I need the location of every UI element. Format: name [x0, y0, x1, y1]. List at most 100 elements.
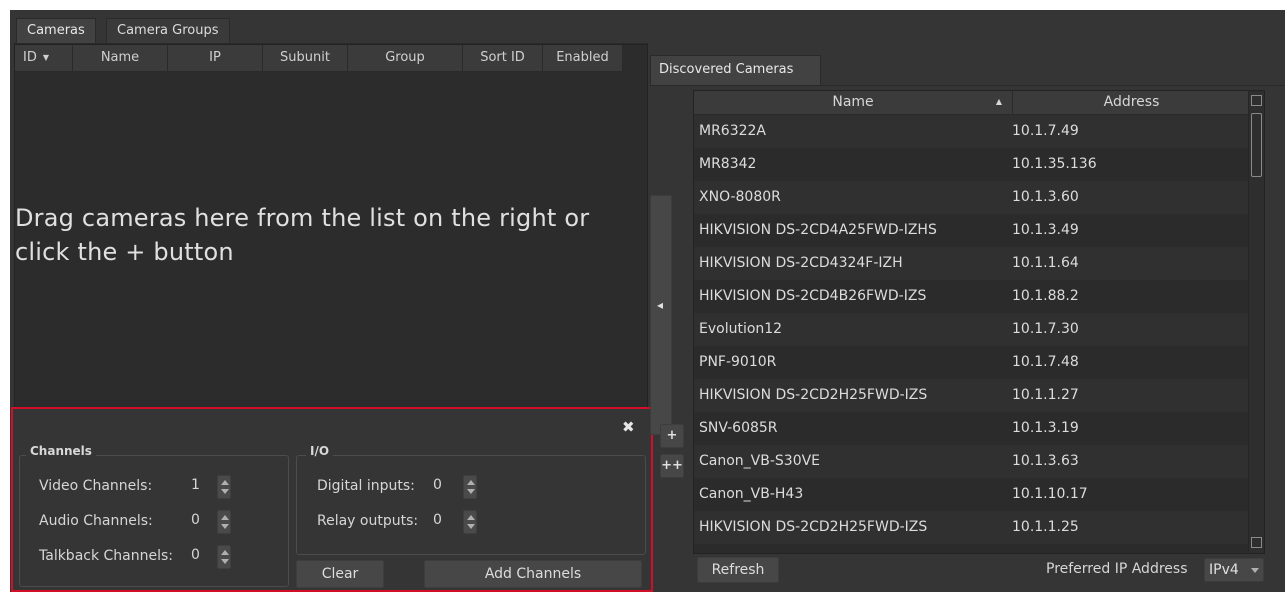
- camera-address-cell: 10.1.10.17: [1012, 486, 1088, 502]
- camera-address-cell: 10.1.7.49: [1012, 123, 1079, 139]
- camera-address-cell: 10.1.1.27: [1012, 387, 1079, 403]
- scrollbar-thumb[interactable]: [1251, 113, 1262, 177]
- camera-name-cell: MR6322A: [699, 123, 767, 139]
- camera-address-cell: 10.1.7.48: [1012, 354, 1079, 370]
- tab-camera-groups[interactable]: Camera Groups: [106, 18, 230, 44]
- spin-arrows-icon[interactable]: [463, 475, 477, 499]
- column-header-subunit[interactable]: Subunit: [263, 45, 348, 72]
- spin-arrows-icon[interactable]: [217, 545, 231, 569]
- table-row[interactable]: PNF-9010R 10.1.7.48: [694, 346, 1250, 379]
- camera-name-cell: PNF-9010R: [699, 354, 777, 370]
- add-all-cameras-button[interactable]: ++: [660, 454, 684, 478]
- camera-name-cell: Canon_VB-H43: [699, 486, 804, 502]
- digital-inputs-label: Digital inputs:: [317, 478, 415, 494]
- arrow-left-icon: ◂: [657, 298, 664, 312]
- sort-down-icon: ▼: [42, 53, 50, 62]
- chevron-down-icon: [1251, 568, 1259, 573]
- scroll-up-icon[interactable]: [1251, 95, 1262, 106]
- column-header-address[interactable]: Address: [1012, 91, 1250, 115]
- scroll-down-icon[interactable]: [1251, 537, 1262, 548]
- spin-arrows-icon[interactable]: [217, 475, 231, 499]
- camera-name-cell: HIKVISION DS-2CD4324F-IZH: [699, 255, 903, 271]
- cameras-table[interactable]: ID ▼ Name IP Subunit Group Sort ID Enable…: [14, 44, 648, 412]
- table-row[interactable]: Canon_VB-H43 10.1.10.17: [694, 478, 1250, 511]
- talkback-channels-value[interactable]: 0: [191, 547, 200, 563]
- table-row[interactable]: Evolution12 10.1.7.30: [694, 313, 1250, 346]
- relay-outputs-stepper[interactable]: 0: [431, 510, 477, 534]
- camera-name-cell: HIKVISION DS-2CD4B26FWD-IZS: [699, 288, 927, 304]
- camera-name-cell: XNO-8080R: [699, 189, 781, 205]
- camera-name-cell: HIKVISION DS-2CD4A25FWD-IZHS: [699, 222, 937, 238]
- camera-name-cell: SNV-6085R: [699, 420, 778, 436]
- table-row[interactable]: HIKVISION DS-2CD4A25FWD-IZHS 10.1.3.49: [694, 214, 1250, 247]
- column-header-sort-id[interactable]: Sort ID: [463, 45, 543, 72]
- column-header-id[interactable]: ID ▼: [15, 45, 73, 72]
- table-row[interactable]: HIKVISION DS-2CD2H25FWD-IZS 10.1.1.25: [694, 511, 1250, 544]
- preferred-ip-label: Preferred IP Address: [1046, 561, 1188, 577]
- table-row[interactable]: SNV-6085R 10.1.3.19: [694, 412, 1250, 445]
- camera-address-cell: 10.1.1.25: [1012, 519, 1079, 535]
- column-header-enabled[interactable]: Enabled: [543, 45, 623, 72]
- table-row[interactable]: HIKVISION DS-2CD4324F-IZH 10.1.1.64: [694, 247, 1250, 280]
- refresh-button[interactable]: Refresh: [697, 557, 779, 583]
- camera-name-cell: HIKVISION DS-2CD2H25FWD-IZS: [699, 387, 928, 403]
- column-header-name-label: Name: [832, 94, 874, 110]
- preferred-ip-value: IPv4: [1209, 562, 1239, 578]
- column-header-id-label: ID: [23, 50, 37, 65]
- close-icon[interactable]: ✖: [622, 418, 635, 436]
- column-header-name[interactable]: Name: [73, 45, 168, 72]
- camera-address-cell: 10.1.7.30: [1012, 321, 1079, 337]
- table-row[interactable]: MR8342 10.1.35.136: [694, 148, 1250, 181]
- tab-discovered-cameras[interactable]: Discovered Cameras: [650, 55, 821, 85]
- move-to-list-button[interactable]: ◂: [650, 195, 672, 435]
- camera-address-cell: 10.1.1.64: [1012, 255, 1079, 271]
- io-groupbox-title: I/O: [306, 444, 334, 458]
- column-header-group[interactable]: Group: [348, 45, 463, 72]
- camera-name-cell: HIKVISION DS-2CD2H25FWD-IZS: [699, 519, 928, 535]
- column-header-ip[interactable]: IP: [168, 45, 263, 72]
- tab-divider: [650, 85, 1285, 86]
- clear-button[interactable]: Clear: [296, 560, 384, 588]
- spin-arrows-icon[interactable]: [217, 510, 231, 534]
- camera-name-cell: Evolution12: [699, 321, 783, 337]
- digital-inputs-value[interactable]: 0: [433, 477, 442, 493]
- preferred-ip-select[interactable]: IPv4: [1204, 558, 1264, 582]
- channels-groupbox-title: Channels: [26, 444, 96, 458]
- vertical-scrollbar[interactable]: [1248, 91, 1264, 553]
- camera-address-cell: 10.1.3.19: [1012, 420, 1079, 436]
- talkback-channels-stepper[interactable]: 0: [189, 545, 233, 569]
- spin-arrows-icon[interactable]: [463, 510, 477, 534]
- column-header-name[interactable]: Name ▲: [694, 91, 1012, 115]
- table-row[interactable]: MR6322A 10.1.7.49: [694, 115, 1250, 148]
- video-channels-value[interactable]: 1: [191, 477, 200, 493]
- audio-channels-value[interactable]: 0: [191, 512, 200, 528]
- add-channels-button[interactable]: Add Channels: [424, 560, 642, 588]
- talkback-channels-label: Talkback Channels:: [39, 548, 174, 564]
- video-channels-stepper[interactable]: 1: [189, 475, 233, 499]
- camera-address-cell: 10.1.3.63: [1012, 453, 1079, 469]
- discovered-cameras-table[interactable]: Name ▲ Address MR6322A 10.1.7.49 MR8342 10.…: [693, 90, 1265, 554]
- sort-up-icon: ▲: [995, 97, 1002, 106]
- relay-outputs-value[interactable]: 0: [433, 512, 442, 528]
- tab-cameras[interactable]: Cameras: [16, 18, 96, 44]
- table-row[interactable]: HIKVISION DS-2CD4B26FWD-IZS 10.1.88.2: [694, 280, 1250, 313]
- table-row[interactable]: Canon_VB-S30VE 10.1.3.63: [694, 445, 1250, 478]
- audio-channels-label: Audio Channels:: [39, 513, 153, 529]
- video-channels-label: Video Channels:: [39, 478, 153, 494]
- digital-inputs-stepper[interactable]: 0: [431, 475, 477, 499]
- camera-name-cell: MR8342: [699, 156, 757, 172]
- relay-outputs-label: Relay outputs:: [317, 513, 419, 529]
- camera-name-cell: Canon_VB-S30VE: [699, 453, 821, 469]
- camera-address-cell: 10.1.3.49: [1012, 222, 1079, 238]
- camera-address-cell: 10.1.35.136: [1012, 156, 1097, 172]
- audio-channels-stepper[interactable]: 0: [189, 510, 233, 534]
- camera-config-window: Cameras Camera Groups ID ▼ Name IP Subuni…: [10, 10, 1285, 592]
- table-row[interactable]: XNO-8080R 10.1.3.60: [694, 181, 1250, 214]
- add-camera-button[interactable]: +: [660, 424, 684, 448]
- empty-table-hint: Drag cameras here from the list on the r…: [15, 204, 590, 266]
- table-row[interactable]: HIKVISION DS-2CD2H25FWD-IZS 10.1.1.27: [694, 379, 1250, 412]
- add-channels-panel: ✖ Channels Video Channels: 1 Audio Chann…: [11, 407, 653, 592]
- io-groupbox: [296, 455, 646, 555]
- camera-address-cell: 10.1.88.2: [1012, 288, 1079, 304]
- camera-address-cell: 10.1.3.60: [1012, 189, 1079, 205]
